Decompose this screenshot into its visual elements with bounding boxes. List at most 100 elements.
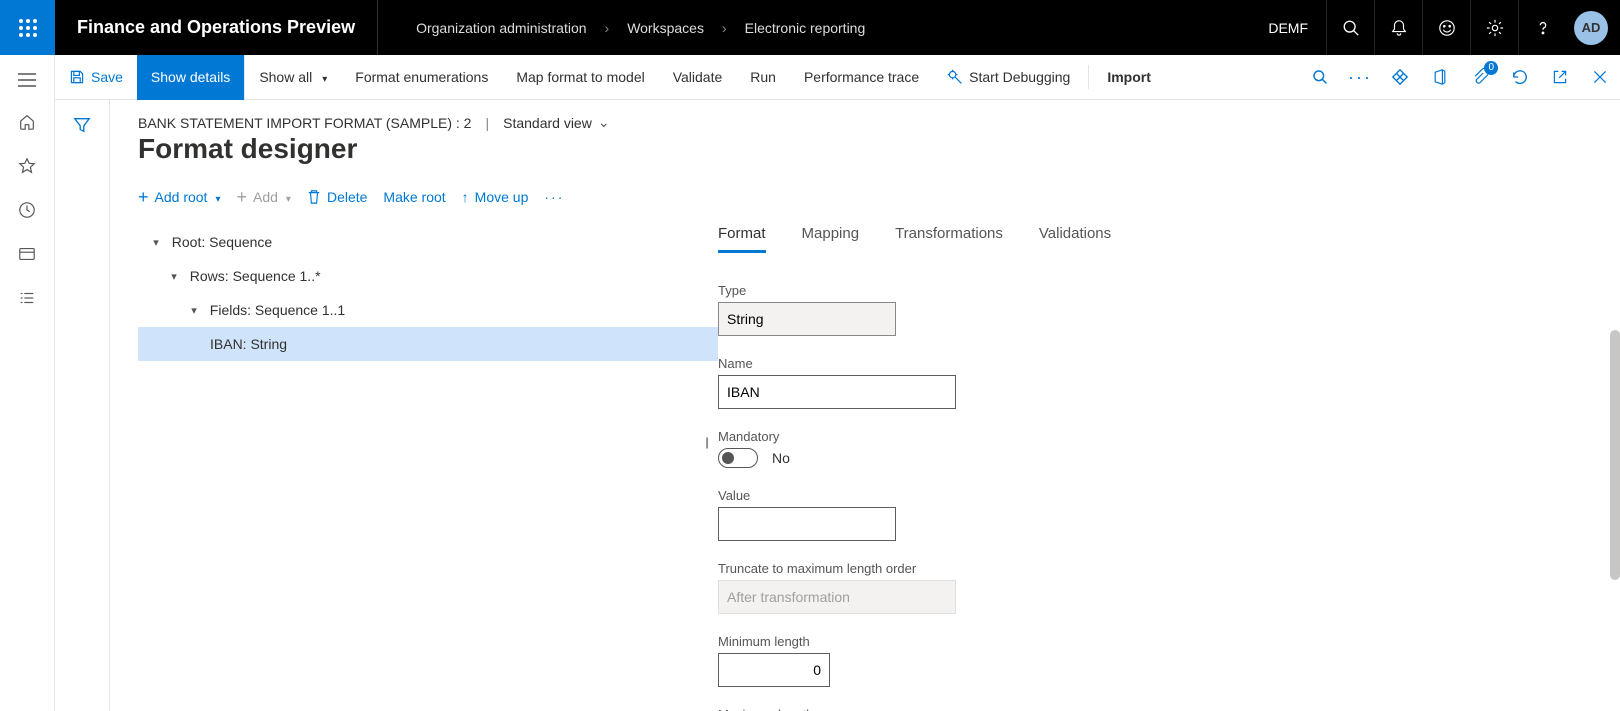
toolbar-office-button[interactable] — [1420, 55, 1460, 100]
toolbar-refresh-button[interactable] — [1500, 55, 1540, 100]
popout-icon — [1552, 69, 1568, 85]
workspace-icon — [18, 245, 36, 263]
plus-icon: + — [138, 190, 149, 204]
star-icon — [18, 157, 36, 175]
search-icon — [1312, 69, 1328, 85]
performance-trace-button[interactable]: Performance trace — [790, 55, 933, 100]
mandatory-toggle[interactable] — [718, 448, 758, 468]
tab-mapping[interactable]: Mapping — [802, 225, 860, 253]
type-label: Type — [718, 283, 1592, 298]
feedback-button[interactable] — [1422, 0, 1470, 55]
caret-down-icon[interactable] — [186, 302, 202, 318]
move-up-button[interactable]: ↑ Move up — [462, 189, 529, 205]
nav-expand[interactable] — [18, 73, 36, 87]
caret-down-icon[interactable] — [148, 234, 164, 250]
hamburger-icon — [18, 73, 36, 87]
nav-workspaces[interactable] — [18, 245, 36, 263]
company-code[interactable]: DEMF — [1250, 20, 1326, 36]
settings-button[interactable] — [1470, 0, 1518, 55]
tree-pane: Root: Sequence Rows: Sequence 1..* Field… — [138, 225, 718, 705]
add-button: + Add — [236, 189, 290, 205]
close-icon — [1592, 69, 1608, 85]
avatar[interactable]: AD — [1574, 11, 1608, 45]
ellipsis-icon: ··· — [1348, 67, 1372, 88]
tree-node-fields[interactable]: Fields: Sequence 1..1 — [138, 293, 718, 327]
format-enumerations-button[interactable]: Format enumerations — [341, 55, 502, 100]
tree-node-rows[interactable]: Rows: Sequence 1..* — [138, 259, 718, 293]
make-root-button[interactable]: Make root — [383, 189, 445, 205]
search-button[interactable] — [1326, 0, 1374, 55]
tree-more-button[interactable]: ··· — [544, 189, 564, 205]
plus-icon: + — [236, 190, 247, 204]
diamond-icon — [1391, 68, 1409, 86]
run-button[interactable]: Run — [736, 55, 790, 100]
nav-home[interactable] — [18, 113, 36, 131]
toolbar-attachments-button[interactable]: 0 — [1460, 55, 1500, 100]
funnel-icon — [73, 116, 91, 134]
toolbar-search-button[interactable] — [1300, 55, 1340, 100]
import-button[interactable]: Import — [1093, 55, 1165, 100]
modules-icon — [18, 289, 36, 307]
breadcrumb-item[interactable]: Organization administration — [416, 20, 586, 36]
vertical-scrollbar[interactable] — [1610, 330, 1620, 580]
save-label: Save — [91, 69, 123, 85]
tab-transformations[interactable]: Transformations — [895, 225, 1003, 253]
question-icon — [1534, 19, 1552, 37]
value-label: Value — [718, 488, 1592, 503]
value-field[interactable] — [718, 507, 896, 541]
show-details-button[interactable]: Show details — [137, 55, 244, 100]
truncate-label: Truncate to maximum length order — [718, 561, 1592, 576]
tree-node-iban[interactable]: IBAN: String — [138, 327, 718, 361]
minlen-label: Minimum length — [718, 634, 1592, 649]
page-title: Format designer — [138, 133, 1592, 165]
help-button[interactable] — [1518, 0, 1566, 55]
save-button[interactable]: Save — [55, 55, 137, 100]
ellipsis-icon: ··· — [544, 189, 564, 205]
minlen-field[interactable] — [718, 653, 830, 687]
caret-down-icon[interactable] — [166, 268, 182, 284]
validate-button[interactable]: Validate — [659, 55, 737, 100]
attachments-badge: 0 — [1484, 61, 1498, 75]
map-format-to-model-button[interactable]: Map format to model — [502, 55, 658, 100]
show-all-button[interactable]: Show all — [244, 55, 341, 100]
command-bar: Save Show details Show all Format enumer… — [55, 55, 1620, 100]
start-debugging-button[interactable]: Start Debugging — [933, 55, 1084, 100]
breadcrumb-item[interactable]: Electronic reporting — [745, 20, 866, 36]
refresh-icon — [1511, 68, 1529, 86]
context-text: BANK STATEMENT IMPORT FORMAT (SAMPLE) : … — [138, 115, 471, 131]
page-context: BANK STATEMENT IMPORT FORMAT (SAMPLE) : … — [138, 114, 1592, 131]
office-icon — [1432, 68, 1448, 86]
toolbar-close-button[interactable] — [1580, 55, 1620, 100]
tree-node-root[interactable]: Root: Sequence — [138, 225, 718, 259]
filter-button[interactable] — [73, 116, 91, 711]
toolbar-options-button[interactable] — [1380, 55, 1420, 100]
breadcrumb-item[interactable]: Workspaces — [627, 20, 704, 36]
name-field[interactable] — [718, 375, 956, 409]
waffle-icon — [18, 18, 38, 38]
maxlen-label: Maximum length — [718, 707, 1592, 711]
tab-format[interactable]: Format — [718, 225, 766, 253]
home-icon — [18, 113, 36, 131]
mandatory-label: Mandatory — [718, 429, 1592, 444]
nav-modules[interactable] — [18, 289, 36, 307]
chevron-right-icon: › — [605, 20, 610, 36]
clock-icon — [18, 201, 36, 219]
chevron-right-icon: › — [722, 20, 727, 36]
toolbar-more-button[interactable]: ··· — [1340, 55, 1380, 100]
tree-toolbar: + Add root + Add Delete Make root ↑ Mov — [138, 189, 1592, 205]
nav-favorites[interactable] — [18, 157, 36, 175]
notifications-button[interactable] — [1374, 0, 1422, 55]
app-launcher[interactable] — [0, 0, 55, 55]
type-field[interactable] — [718, 302, 896, 336]
tab-validations[interactable]: Validations — [1039, 225, 1111, 253]
toolbar-popout-button[interactable] — [1540, 55, 1580, 100]
name-label: Name — [718, 356, 1592, 371]
view-selector[interactable]: Standard view — [503, 114, 609, 131]
filter-column — [55, 100, 110, 711]
save-icon — [69, 69, 85, 85]
nav-recent[interactable] — [18, 201, 36, 219]
delete-button[interactable]: Delete — [307, 189, 367, 205]
nav-rail — [0, 55, 55, 711]
properties-pane: || Format Mapping Transformations Valida… — [718, 225, 1592, 705]
add-root-button[interactable]: + Add root — [138, 189, 220, 205]
